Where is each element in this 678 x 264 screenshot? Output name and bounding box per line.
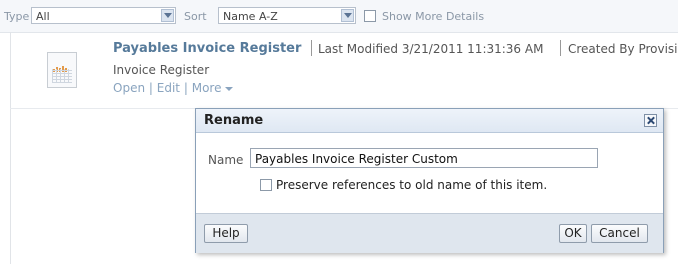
chevron-down-icon <box>161 9 174 22</box>
created-by: Created By Provisi <box>568 42 678 56</box>
help-button[interactable]: Help <box>204 224 248 243</box>
type-select[interactable]: All <box>31 7 176 24</box>
dialog-footer: Help OK Cancel <box>196 213 663 253</box>
more-link[interactable]: More <box>192 81 222 95</box>
chevron-down-icon <box>225 86 234 91</box>
preserve-references-checkbox[interactable] <box>260 179 272 191</box>
cancel-button[interactable]: Cancel <box>591 224 648 243</box>
link-separator: | <box>183 81 188 95</box>
dialog-title: Rename <box>204 113 264 128</box>
sort-select-value: Name A-Z <box>223 10 278 23</box>
type-label: Type <box>4 10 30 23</box>
rename-dialog: Rename Name Payables Invoice Register Cu… <box>195 108 664 253</box>
show-more-details-label: Show More Details <box>382 10 485 23</box>
sort-select[interactable]: Name A-Z <box>218 7 356 24</box>
open-link[interactable]: Open <box>113 81 145 95</box>
edit-link[interactable]: Edit <box>157 81 180 95</box>
name-label: Name <box>208 153 244 167</box>
toolbar: Type All Sort Name A-Z Show More Details <box>0 0 678 33</box>
preserve-references-label: Preserve references to old name of this … <box>276 178 548 192</box>
type-select-value: All <box>36 10 50 23</box>
chevron-down-icon <box>341 9 354 22</box>
link-separator: | <box>148 81 153 95</box>
sort-label: Sort <box>184 10 207 23</box>
item-title[interactable]: Payables Invoice Register <box>113 41 301 56</box>
item-description: Invoice Register <box>113 63 210 77</box>
name-field-value: Payables Invoice Register Custom <box>255 152 458 166</box>
show-more-details-checkbox[interactable] <box>364 10 376 22</box>
name-field[interactable]: Payables Invoice Register Custom <box>250 148 598 168</box>
left-border <box>10 32 11 264</box>
close-icon[interactable] <box>644 114 657 127</box>
meta-separator <box>311 40 312 56</box>
item-actions: Open | Edit | More <box>113 81 234 95</box>
last-modified: Last Modified 3/21/2011 11:31:36 AM <box>318 42 544 56</box>
report-icon[interactable] <box>47 52 77 88</box>
meta-separator <box>560 40 561 56</box>
dialog-header: Rename <box>196 109 663 133</box>
ok-button[interactable]: OK <box>559 224 587 243</box>
